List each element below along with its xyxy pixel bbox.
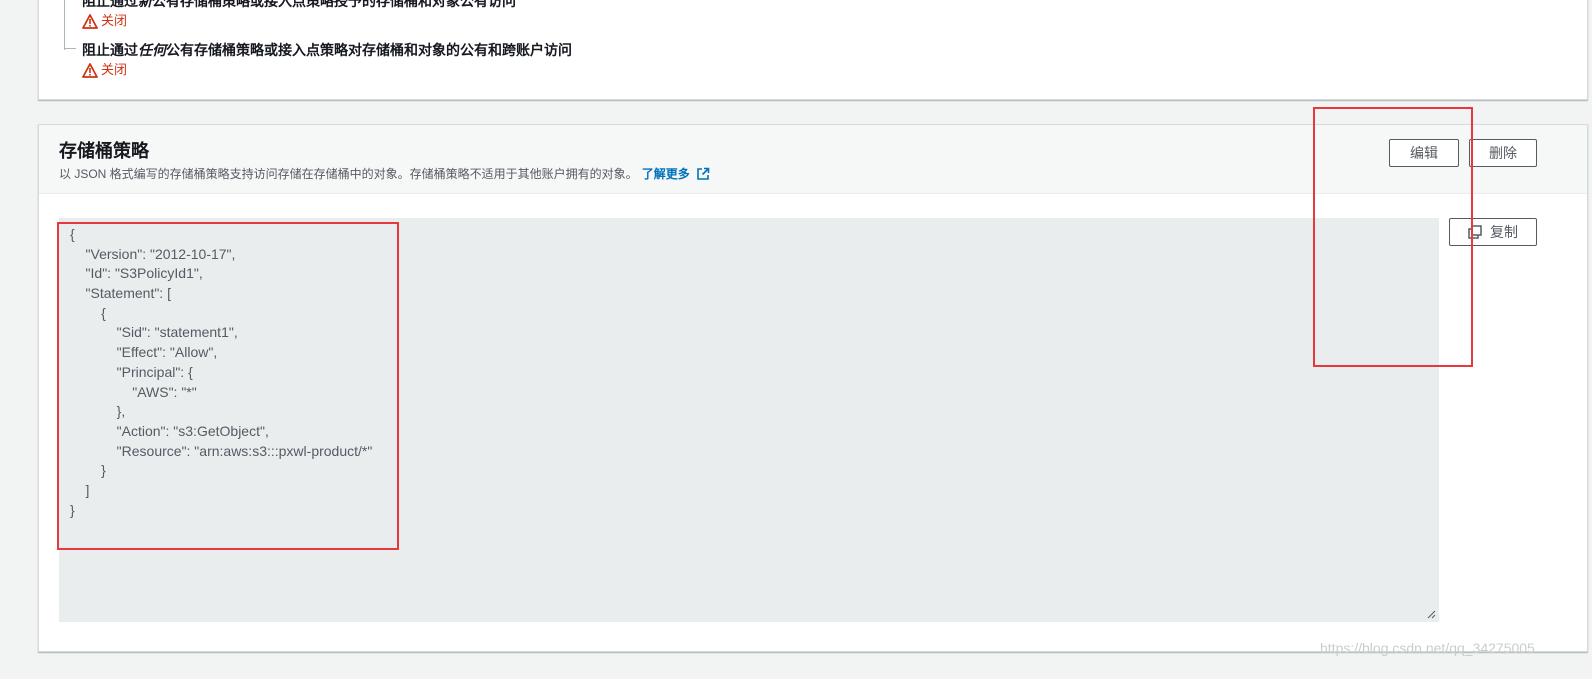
panel-description: 以 JSON 格式编写的存储桶策略支持访问存储在存储桶中的对象。存储桶策略不适用… [59,165,710,182]
code-line: "Statement": [ [70,285,171,302]
watermark: https://blog.csdn.net/qq_34275005 [1320,640,1535,656]
external-link-icon[interactable] [696,167,710,181]
status-off: 关闭 [82,13,516,29]
code-line: } [70,462,106,479]
bucket-policy-panel: 存储桶策略 以 JSON 格式编写的存储桶策略支持访问存储在存储桶中的对象。存储… [38,124,1588,652]
code-line: { [70,226,75,242]
setting-block-any-policies: 阻止通过任何公有存储桶策略或接入点策略对存储桶和对象的公有和跨账户访问 关闭 [82,41,572,78]
code-line: "Sid": "statement1", [70,324,238,341]
code-line: "Version": "2012-10-17", [70,245,236,262]
setting-block-new-policies: 阻止通过新公有存储桶策略或接入点策略授予的存储桶和对象公有访问 关闭 [82,0,516,29]
panel-header: 存储桶策略 以 JSON 格式编写的存储桶策略支持访问存储在存储桶中的对象。存储… [39,125,1587,194]
code-line: "AWS": "*" [70,383,197,400]
edit-button[interactable]: 编辑 [1389,139,1459,167]
code-line: }, [70,403,126,420]
code-line: { [70,304,106,321]
code-line: "Resource": "arn:aws:s3:::pxwl-product/*… [70,442,373,459]
learn-more-link[interactable]: 了解更多 [642,165,690,182]
code-line: "Action": "s3:GetObject", [70,422,269,439]
warning-icon [82,13,98,29]
setting-title: 阻止通过任何公有存储桶策略或接入点策略对存储桶和对象的公有和跨账户访问 [82,42,572,58]
code-line: } [70,501,75,518]
delete-button[interactable]: 删除 [1469,139,1537,167]
resize-grip-icon[interactable] [1426,609,1436,619]
setting-title: 阻止通过新公有存储桶策略或接入点策略授予的存储桶和对象公有访问 [82,0,516,9]
tree-connector-vertical [64,0,65,50]
code-line: "Effect": "Allow", [70,344,218,361]
policy-code-block[interactable]: { "Version": "2012-10-17", "Id": "S3Poli… [59,218,1439,622]
status-off: 关闭 [82,62,572,78]
tree-connector-horizontal [64,48,76,49]
code-line: "Id": "S3PolicyId1", [70,265,203,282]
panel-title: 存储桶策略 [59,141,149,161]
copy-button[interactable]: 复制 [1449,218,1537,246]
policy-json: { "Version": "2012-10-17", "Id": "S3Poli… [70,225,372,520]
copy-icon [1468,225,1482,239]
code-line: ] [70,481,90,498]
warning-icon [82,62,98,78]
code-line: "Principal": { [70,363,193,380]
